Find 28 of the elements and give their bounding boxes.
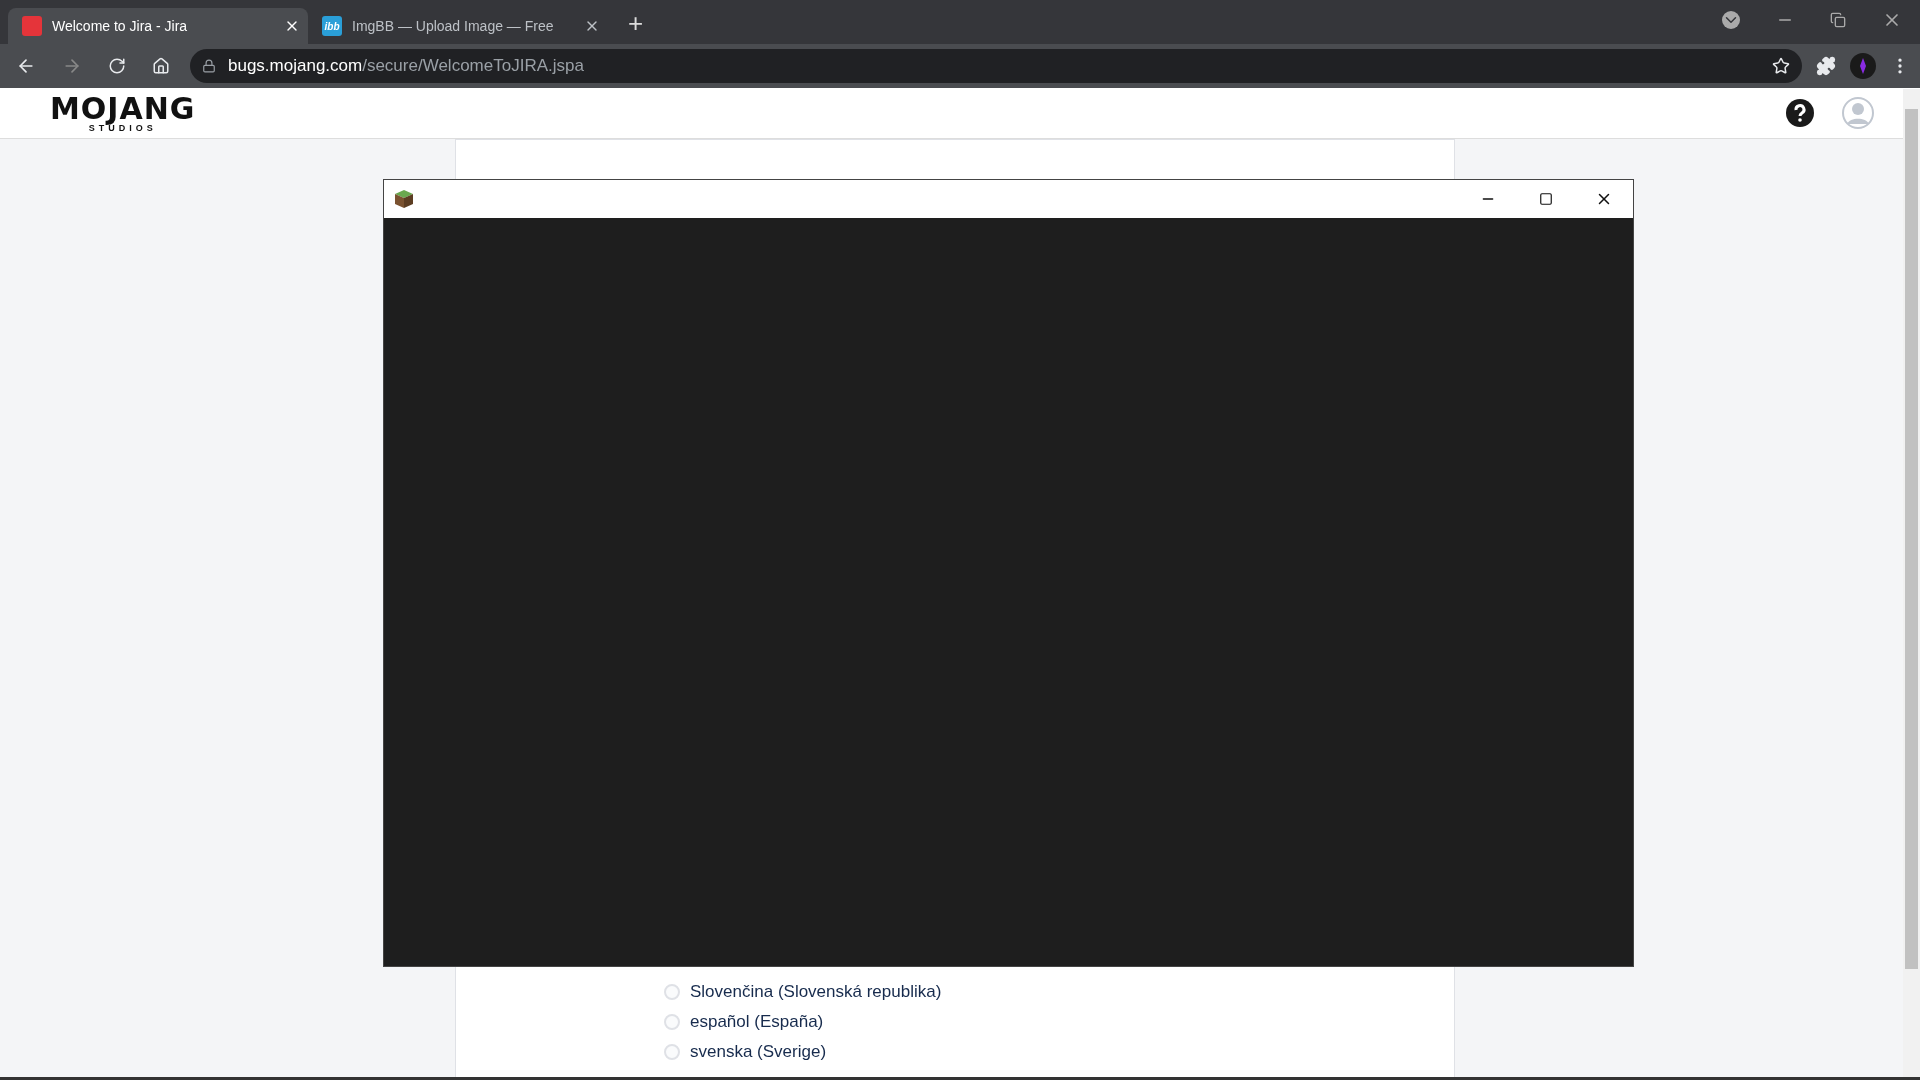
- site-favicon: ibb: [322, 16, 342, 36]
- url-text: bugs.mojang.com/secure/WelcomeToJIRA.jspa: [228, 56, 585, 76]
- radio-button[interactable]: [664, 984, 680, 1000]
- tab-search-icon[interactable]: [1722, 11, 1740, 29]
- site-favicon: [22, 16, 42, 36]
- browser-tab[interactable]: ibb ImgBB — Upload Image — Free: [308, 8, 608, 44]
- radio-button[interactable]: [664, 1014, 680, 1030]
- restore-icon[interactable]: [1830, 12, 1846, 28]
- help-icon[interactable]: [1786, 99, 1814, 127]
- language-label: Slovenčina (Slovenská republika): [690, 982, 942, 1002]
- extensions-icon[interactable]: [1816, 56, 1836, 76]
- profile-avatar[interactable]: [1850, 53, 1876, 79]
- mojang-logo: MOJANG STUDIOS: [50, 93, 196, 133]
- home-icon[interactable]: [152, 57, 170, 75]
- tab-title: Welcome to Jira - Jira: [52, 18, 189, 34]
- scrollbar[interactable]: [1903, 89, 1920, 1077]
- grass-block-icon: [394, 189, 414, 209]
- tab-title: ImgBB — Upload Image — Free: [352, 18, 555, 34]
- bookmark-star-icon[interactable]: [1772, 57, 1790, 75]
- new-tab-button[interactable]: +: [622, 6, 650, 40]
- language-label: español (España): [690, 1012, 824, 1032]
- maximize-icon[interactable]: [1539, 192, 1553, 206]
- reload-icon[interactable]: [108, 57, 126, 75]
- radio-button[interactable]: [664, 1044, 680, 1060]
- lock-icon: [202, 59, 216, 73]
- address-bar[interactable]: bugs.mojang.com/secure/WelcomeToJIRA.jspa: [190, 49, 1802, 83]
- browser-tab[interactable]: Welcome to Jira - Jira: [8, 8, 308, 44]
- language-label: svenska (Sverige): [690, 1042, 827, 1062]
